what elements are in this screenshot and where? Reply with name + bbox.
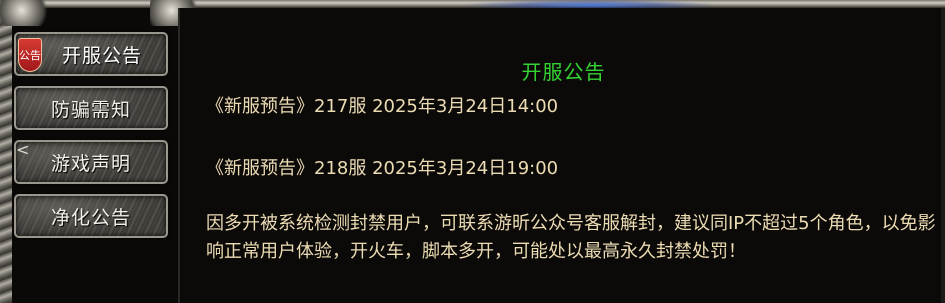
notice-line: 《新服预告》218服 2025年3月24日19:00 (206, 158, 559, 179)
sidebar-item-anti-fraud[interactable]: 防骗需知 (14, 86, 168, 130)
notice-paragraph: 因多开被系统检测封禁用户，可联系游昕公众号客服解封，建议同IP不超过5个角色，以… (206, 213, 936, 262)
sidebar: 公告 开服公告 防骗需知 游戏声明 净化公告 (12, 24, 172, 303)
scrollbar-track[interactable] (941, 8, 945, 303)
sidebar-item-game-statement[interactable]: 游戏声明 (14, 140, 168, 184)
left-rope-border (0, 0, 12, 303)
sidebar-item-cleanup-notice[interactable]: 净化公告 (14, 194, 168, 238)
sidebar-item-label: 防骗需知 (50, 98, 131, 121)
content-panel: 开服公告 《新服预告》217服 2025年3月24日14:00 《新服预告》21… (178, 8, 945, 303)
page-title: 开服公告 (521, 60, 606, 84)
sidebar-item-label: 净化公告 (50, 206, 131, 229)
chevron-left-icon[interactable]: < (16, 140, 29, 159)
sidebar-item-label: 开服公告 (61, 44, 142, 67)
sidebar-item-label: 游戏声明 (50, 152, 131, 175)
announcement-window: 公告 开服公告 防骗需知 游戏声明 净化公告 < 开服公告 《新服预告》217服… (0, 0, 945, 303)
notice-badge-icon: 公告 (18, 38, 42, 72)
badge-text: 公告 (19, 48, 41, 62)
sidebar-item-server-open-notice[interactable]: 公告 开服公告 (14, 32, 168, 76)
corner-ornament-left (0, 0, 54, 26)
notice-line: 《新服预告》217服 2025年3月24日14:00 (206, 96, 559, 117)
